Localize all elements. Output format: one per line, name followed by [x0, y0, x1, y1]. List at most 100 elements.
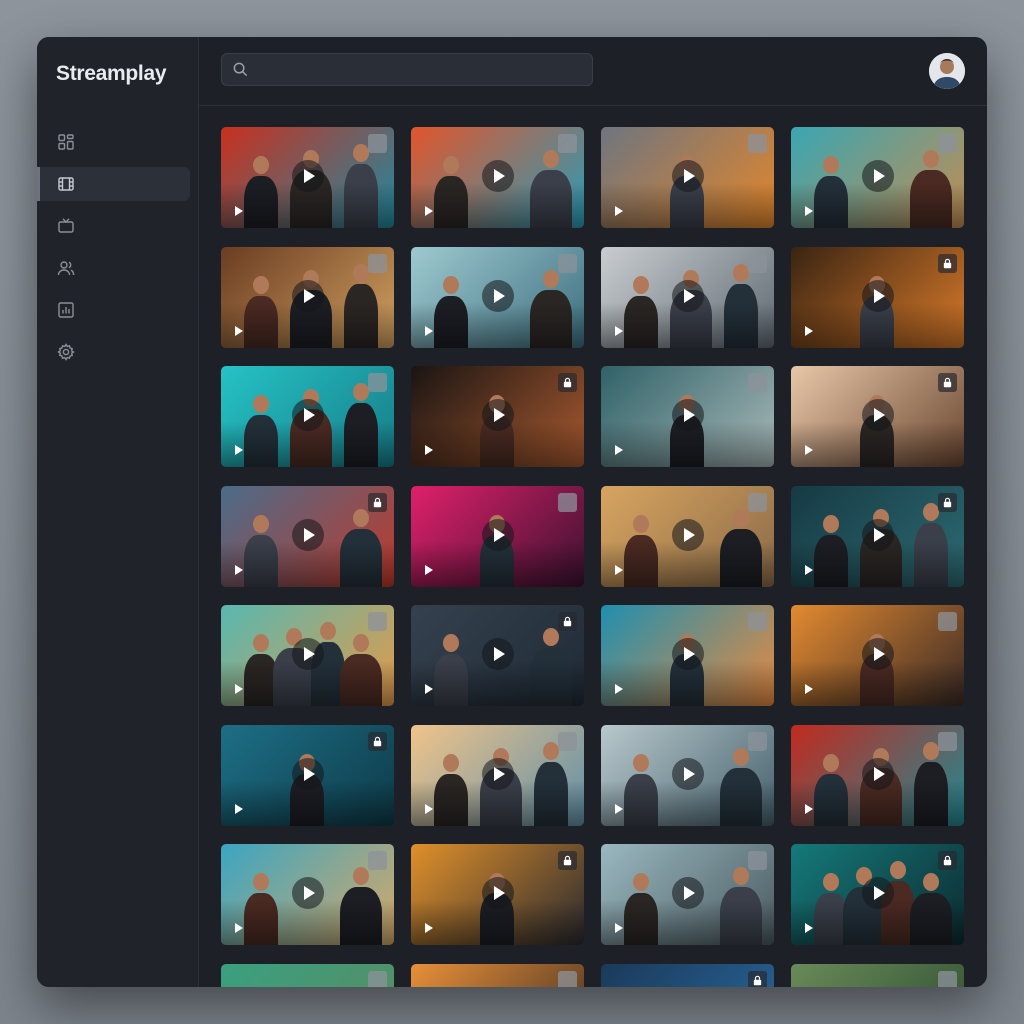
play-button[interactable]: [672, 280, 704, 312]
select-checkbox[interactable]: [558, 732, 577, 751]
play-button[interactable]: [672, 758, 704, 790]
movie-card[interactable]: [601, 844, 774, 945]
movie-card[interactable]: [791, 247, 964, 348]
select-checkbox[interactable]: [368, 134, 387, 153]
sidebar-item-users[interactable]: [37, 251, 190, 285]
play-small-icon[interactable]: [235, 804, 243, 814]
play-small-icon[interactable]: [235, 923, 243, 933]
play-small-icon[interactable]: [805, 326, 813, 336]
play-button[interactable]: [482, 399, 514, 431]
movie-card[interactable]: [411, 366, 584, 467]
movie-card[interactable]: [411, 486, 584, 587]
movie-card[interactable]: [601, 605, 774, 706]
play-small-icon[interactable]: [615, 206, 623, 216]
app-logo[interactable]: Streamplay: [56, 62, 167, 86]
play-button[interactable]: [862, 519, 894, 551]
play-small-icon[interactable]: [805, 445, 813, 455]
play-button[interactable]: [862, 638, 894, 670]
select-checkbox[interactable]: [368, 373, 387, 392]
movie-card[interactable]: [221, 605, 394, 706]
play-button[interactable]: [672, 638, 704, 670]
select-checkbox[interactable]: [368, 971, 387, 987]
select-checkbox[interactable]: [368, 612, 387, 631]
select-checkbox[interactable]: [938, 612, 957, 631]
select-checkbox[interactable]: [748, 732, 767, 751]
movie-card[interactable]: [601, 486, 774, 587]
select-checkbox[interactable]: [748, 134, 767, 153]
select-checkbox[interactable]: [368, 254, 387, 273]
play-small-icon[interactable]: [425, 206, 433, 216]
movie-card[interactable]: [791, 605, 964, 706]
play-small-icon[interactable]: [425, 923, 433, 933]
play-button[interactable]: [292, 877, 324, 909]
select-checkbox[interactable]: [558, 134, 577, 153]
select-checkbox[interactable]: [748, 493, 767, 512]
play-button[interactable]: [862, 758, 894, 790]
play-button[interactable]: [862, 160, 894, 192]
play-small-icon[interactable]: [235, 445, 243, 455]
movie-card[interactable]: [791, 486, 964, 587]
select-checkbox[interactable]: [558, 493, 577, 512]
sidebar-item-stats[interactable]: [37, 293, 190, 327]
play-small-icon[interactable]: [615, 923, 623, 933]
select-checkbox[interactable]: [748, 254, 767, 273]
play-small-icon[interactable]: [425, 326, 433, 336]
play-button[interactable]: [482, 638, 514, 670]
movie-card[interactable]: [221, 247, 394, 348]
play-button[interactable]: [292, 160, 324, 192]
select-checkbox[interactable]: [938, 732, 957, 751]
play-small-icon[interactable]: [615, 804, 623, 814]
play-small-icon[interactable]: [235, 684, 243, 694]
play-small-icon[interactable]: [425, 445, 433, 455]
play-small-icon[interactable]: [805, 565, 813, 575]
play-button[interactable]: [482, 758, 514, 790]
play-button[interactable]: [672, 519, 704, 551]
search-box[interactable]: [221, 53, 593, 86]
movie-card[interactable]: [791, 725, 964, 826]
select-checkbox[interactable]: [558, 971, 577, 987]
movie-card[interactable]: [601, 725, 774, 826]
select-checkbox[interactable]: [938, 971, 957, 987]
play-small-icon[interactable]: [425, 684, 433, 694]
select-checkbox[interactable]: [748, 373, 767, 392]
play-small-icon[interactable]: [235, 565, 243, 575]
movie-card[interactable]: [411, 605, 584, 706]
movie-card[interactable]: [411, 127, 584, 228]
movie-card[interactable]: [221, 725, 394, 826]
select-checkbox[interactable]: [558, 254, 577, 273]
movie-card[interactable]: [411, 844, 584, 945]
movie-card[interactable]: [791, 844, 964, 945]
play-button[interactable]: [672, 877, 704, 909]
play-small-icon[interactable]: [615, 684, 623, 694]
movie-card[interactable]: [601, 366, 774, 467]
play-button[interactable]: [862, 280, 894, 312]
movie-card[interactable]: [221, 964, 394, 987]
play-small-icon[interactable]: [615, 445, 623, 455]
sidebar-item-movies[interactable]: [37, 167, 190, 201]
play-button[interactable]: [292, 280, 324, 312]
movie-card[interactable]: [221, 844, 394, 945]
movie-card[interactable]: [791, 366, 964, 467]
play-small-icon[interactable]: [805, 923, 813, 933]
play-button[interactable]: [672, 160, 704, 192]
play-small-icon[interactable]: [805, 684, 813, 694]
sidebar-item-dashboard[interactable]: [37, 125, 190, 159]
user-avatar[interactable]: [929, 53, 965, 89]
movie-card[interactable]: [411, 247, 584, 348]
play-small-icon[interactable]: [615, 565, 623, 575]
play-button[interactable]: [482, 160, 514, 192]
play-small-icon[interactable]: [235, 206, 243, 216]
play-button[interactable]: [292, 399, 324, 431]
movie-card[interactable]: [221, 486, 394, 587]
select-checkbox[interactable]: [748, 851, 767, 870]
movie-card[interactable]: [601, 127, 774, 228]
play-small-icon[interactable]: [615, 326, 623, 336]
sidebar-item-tv[interactable]: [37, 209, 190, 243]
movie-card[interactable]: [601, 247, 774, 348]
play-button[interactable]: [292, 758, 324, 790]
movie-card[interactable]: [791, 964, 964, 987]
play-button[interactable]: [862, 399, 894, 431]
play-button[interactable]: [482, 877, 514, 909]
movie-card[interactable]: [411, 725, 584, 826]
select-checkbox[interactable]: [938, 134, 957, 153]
